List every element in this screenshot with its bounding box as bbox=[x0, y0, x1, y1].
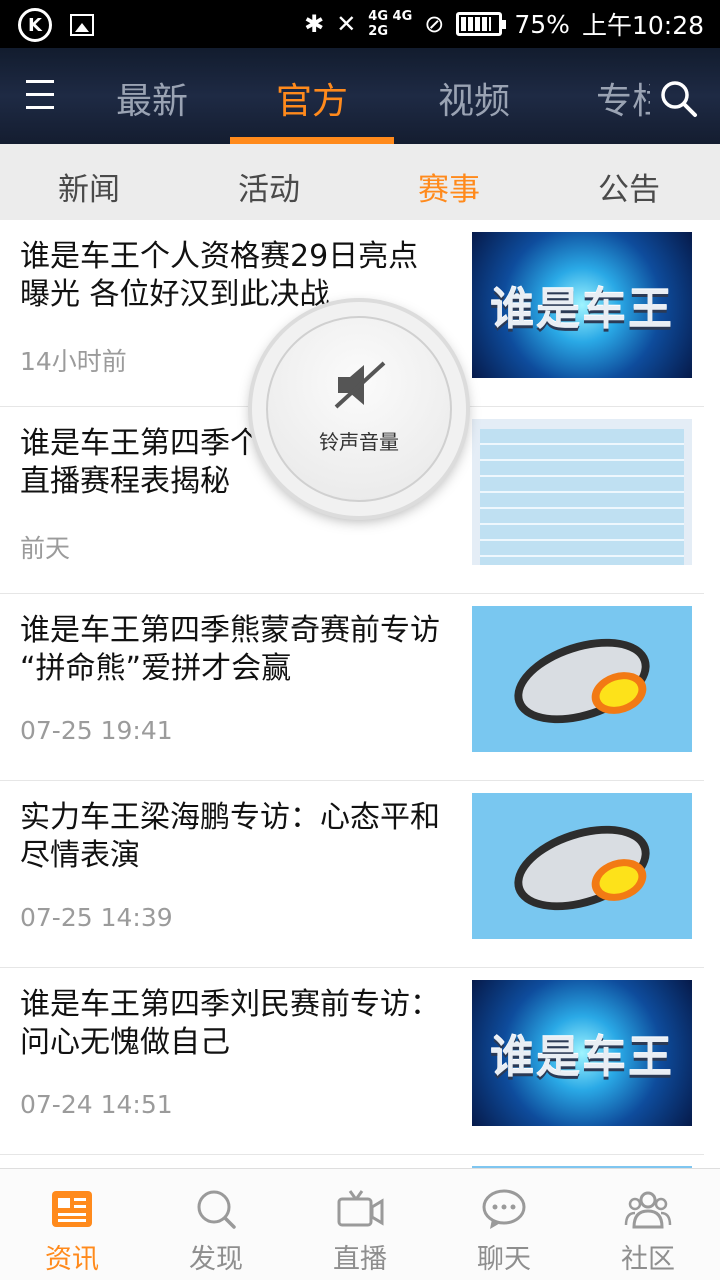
silent-icon: ✕ bbox=[336, 10, 357, 38]
tab-official[interactable]: 官方 bbox=[276, 72, 348, 124]
search-icon[interactable] bbox=[658, 78, 698, 118]
news-icon bbox=[52, 1191, 92, 1227]
discover-icon bbox=[197, 1190, 236, 1229]
battery-icon bbox=[456, 12, 507, 36]
tab-column[interactable]: 专栏 bbox=[596, 72, 650, 124]
bottom-navigation: 资讯 发现 直播 聊天 社区 bbox=[0, 1168, 720, 1280]
app-k-icon: K bbox=[18, 8, 52, 42]
image-notification-icon bbox=[70, 14, 94, 36]
active-tab-indicator bbox=[230, 137, 394, 144]
news-title: 谁是车王第四季熊蒙奇赛前专访 “拼命熊”爱拼才会赢 bbox=[20, 613, 440, 686]
bottom-tab-live[interactable]: 直播 bbox=[288, 1169, 432, 1280]
top-navigation: 最新 官方 视频 专栏 bbox=[0, 48, 720, 144]
news-item[interactable]: 谁是车王第四季熊蒙奇赛前专访 “拼命熊”爱拼才会赢 07-25 19:41 bbox=[0, 594, 704, 781]
live-icon bbox=[337, 1190, 384, 1227]
clock: 上午10:28 bbox=[581, 11, 704, 40]
bottom-tab-community[interactable]: 社区 bbox=[576, 1169, 720, 1280]
qq-speed-logo bbox=[472, 793, 692, 939]
news-time: 07-25 19:41 bbox=[20, 716, 173, 745]
subtab-events[interactable]: 活动 bbox=[238, 164, 300, 209]
news-thumbnail bbox=[472, 419, 692, 565]
no-signal-icon: ⊘ bbox=[424, 10, 445, 38]
news-title: 谁是车王第四季刘民赛前专访：问心无愧做自己 bbox=[20, 987, 440, 1060]
news-time: 14小时前 bbox=[20, 347, 127, 376]
news-item[interactable]: 实力车王梁海鹏专访：心态平和尽情表演 07-25 14:39 bbox=[0, 781, 704, 968]
subtab-news[interactable]: 新闻 bbox=[58, 164, 120, 209]
news-time: 07-24 14:51 bbox=[20, 1090, 173, 1119]
bottom-tab-chat[interactable]: 聊天 bbox=[432, 1169, 576, 1280]
battery-percent: 75% bbox=[514, 9, 570, 39]
tab-video[interactable]: 视频 bbox=[438, 72, 510, 124]
community-icon bbox=[624, 1191, 672, 1229]
qq-speed-logo bbox=[472, 606, 692, 752]
news-time: 07-25 14:39 bbox=[20, 903, 173, 932]
chat-icon bbox=[482, 1189, 526, 1229]
volume-popup: 铃声音量 bbox=[252, 302, 466, 516]
sub-tabs: 新闻 活动 赛事 公告 bbox=[0, 144, 720, 220]
bottom-tab-discover[interactable]: 发现 bbox=[144, 1169, 288, 1280]
subtab-announcements[interactable]: 公告 bbox=[598, 164, 660, 209]
news-time: 前天 bbox=[20, 534, 71, 563]
news-thumbnail: 谁是车王 bbox=[472, 232, 692, 378]
network-indicator: 4G 4G 2G bbox=[368, 9, 413, 39]
bluetooth-icon: ✱ bbox=[304, 10, 325, 38]
news-item[interactable]: 谁是车王第四季刘民赛前专访：问心无愧做自己 07-24 14:51 谁是车王 bbox=[0, 968, 704, 1155]
tab-latest[interactable]: 最新 bbox=[116, 72, 188, 124]
news-title: 实力车王梁海鹏专访：心态平和尽情表演 bbox=[20, 800, 440, 873]
status-bar: K ✱ ✕ 4G 4G 2G ⊘ 75% 上午10:28 bbox=[0, 0, 720, 48]
bottom-tab-news[interactable]: 资讯 bbox=[0, 1169, 144, 1280]
volume-label: 铃声音量 bbox=[319, 430, 399, 454]
menu-icon[interactable] bbox=[26, 80, 56, 112]
subtab-matches[interactable]: 赛事 bbox=[418, 164, 480, 209]
news-title: 谁是车王个人资格赛29日亮点曝光 各位好汉到此决战 bbox=[20, 239, 419, 312]
speaker-muted-icon bbox=[334, 361, 386, 409]
news-thumbnail: 谁是车王 bbox=[472, 980, 692, 1126]
